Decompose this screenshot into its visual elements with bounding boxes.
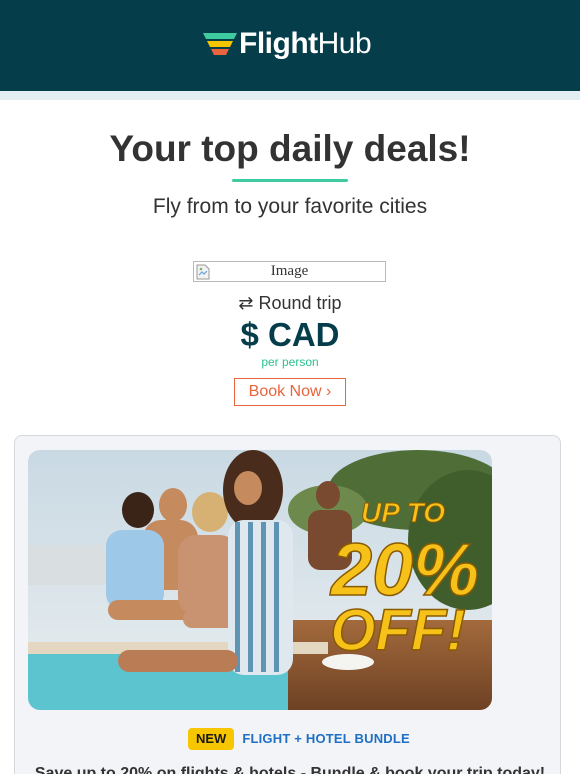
page-title: Your top daily deals! [109,128,471,169]
promo-banner-image[interactable]: UP TO 20% OFF! [28,450,492,710]
flighthub-wing-logo-icon [203,31,237,57]
logo-wordmark-light: Hub [317,27,372,60]
deal-destination-image[interactable]: Image [193,261,386,282]
round-trip-arrows-icon: ⇄ [238,293,254,313]
price-unit-label: per person [261,355,319,369]
logo-wordmark-bold: Flight [239,27,318,60]
new-badge: NEW [188,728,235,750]
trip-type-label: Round trip [258,293,342,313]
image-alt-text: Image [270,263,309,279]
flighthub-logo[interactable]: FlightHub [203,26,372,62]
promo-badge-row: NEW FLIGHT + HOTEL BUNDLE [188,728,410,750]
book-now-button[interactable]: Book Now › [234,378,346,406]
title-underline [232,179,348,182]
promo-headline-up-to: UP TO [361,497,445,528]
logo-wordmark: FlightHub [239,26,372,62]
broken-image-icon [196,264,210,280]
header-divider [0,91,580,100]
promo-copy: Save up to 20% on flights & hotels - Bun… [34,765,546,774]
page-subtitle: Fly from to your favorite cities [152,195,428,218]
email-header: FlightHub [0,0,580,91]
promo-banner-illustration: UP TO 20% OFF! [28,450,492,710]
trip-type: ⇄ Round trip [0,292,580,314]
deal-price: $ CAD [240,316,340,353]
promo-headline-off: OFF! [330,598,465,663]
bundle-label: FLIGHT + HOTEL BUNDLE [242,731,410,746]
